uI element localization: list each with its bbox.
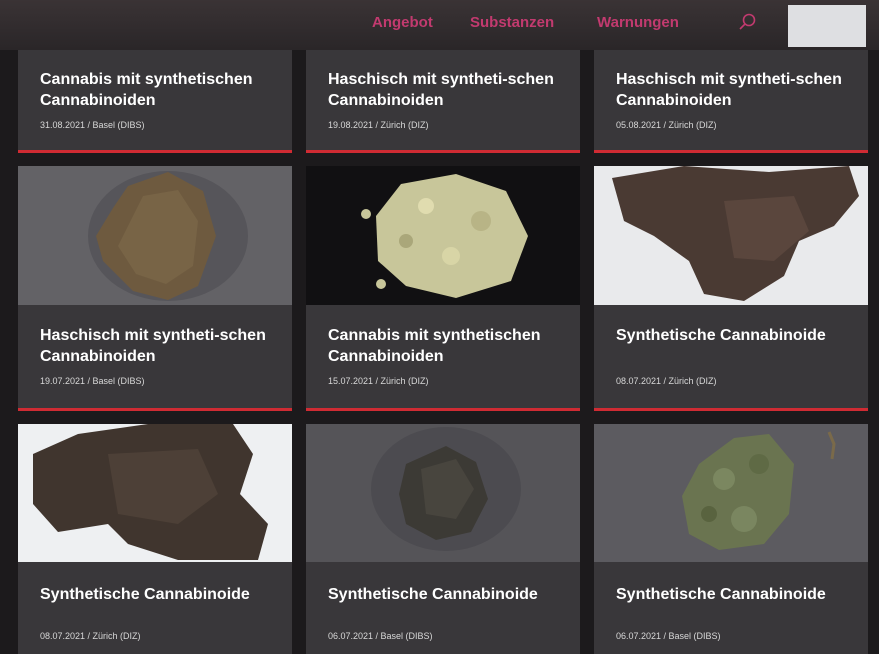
substance-photo xyxy=(306,166,580,305)
nav-warnungen[interactable]: Warnungen xyxy=(597,14,679,31)
card-meta: 15.07.2021 / Zürich (DIZ) xyxy=(328,376,429,386)
header-image xyxy=(788,5,866,47)
card-meta: 08.07.2021 / Zürich (DIZ) xyxy=(40,631,141,641)
card-title: Synthetische Cannabinoide xyxy=(616,586,826,603)
card-title: Synthetische Cannabinoide xyxy=(40,586,250,603)
card-accent-line xyxy=(18,150,292,153)
search-icon[interactable] xyxy=(738,12,758,32)
card-meta: 19.08.2021 / Zürich (DIZ) xyxy=(328,120,429,130)
substance-photo xyxy=(306,424,580,562)
warning-card[interactable]: Synthetische Cannabinoide 08.07.2021 / Z… xyxy=(18,424,292,654)
card-title: Haschisch mit syntheti-schen Cannabinoid… xyxy=(40,327,266,365)
card-meta: 06.07.2021 / Basel (DIBS) xyxy=(328,631,433,641)
card-title: Cannabis mit synthetischen Cannabinoiden xyxy=(328,327,541,365)
substance-photo xyxy=(594,424,868,562)
card-meta: 19.07.2021 / Basel (DIBS) xyxy=(40,376,145,386)
top-navigation: Angebot Substanzen Warnungen xyxy=(0,0,879,50)
warning-card[interactable]: Synthetische Cannabinoide 06.07.2021 / B… xyxy=(306,424,580,654)
substance-photo xyxy=(18,166,292,305)
card-title: Haschisch mit syntheti-schen Cannabinoid… xyxy=(328,71,554,109)
warning-card[interactable]: Synthetische Cannabinoide 08.07.2021 / Z… xyxy=(594,166,868,411)
nav-angebot[interactable]: Angebot xyxy=(372,14,433,31)
card-title: Synthetische Cannabinoide xyxy=(616,327,826,344)
card-accent-line xyxy=(594,150,868,153)
warning-card[interactable]: Haschisch mit syntheti-schen Cannabinoid… xyxy=(306,50,580,153)
card-title: Synthetische Cannabinoide xyxy=(328,586,538,603)
card-accent-line xyxy=(306,408,580,411)
card-meta: 08.07.2021 / Zürich (DIZ) xyxy=(616,376,717,386)
substance-photo xyxy=(18,424,292,562)
warning-card[interactable]: Cannabis mit synthetischen Cannabinoiden… xyxy=(18,50,292,153)
card-meta: 06.07.2021 / Basel (DIBS) xyxy=(616,631,721,641)
warning-card[interactable]: Haschisch mit syntheti-schen Cannabinoid… xyxy=(594,50,868,153)
card-title: Haschisch mit syntheti-schen Cannabinoid… xyxy=(616,71,842,109)
substance-photo xyxy=(594,166,868,305)
warning-card[interactable]: Haschisch mit syntheti-schen Cannabinoid… xyxy=(18,166,292,411)
warning-card[interactable]: Synthetische Cannabinoide 06.07.2021 / B… xyxy=(594,424,868,654)
card-title: Cannabis mit synthetischen Cannabinoiden xyxy=(40,71,253,109)
warning-card[interactable]: Cannabis mit synthetischen Cannabinoiden… xyxy=(306,166,580,411)
nav-substanzen[interactable]: Substanzen xyxy=(470,14,554,31)
card-accent-line xyxy=(594,408,868,411)
card-meta: 05.08.2021 / Zürich (DIZ) xyxy=(616,120,717,130)
card-accent-line xyxy=(18,408,292,411)
card-meta: 31.08.2021 / Basel (DIBS) xyxy=(40,120,145,130)
card-accent-line xyxy=(306,150,580,153)
